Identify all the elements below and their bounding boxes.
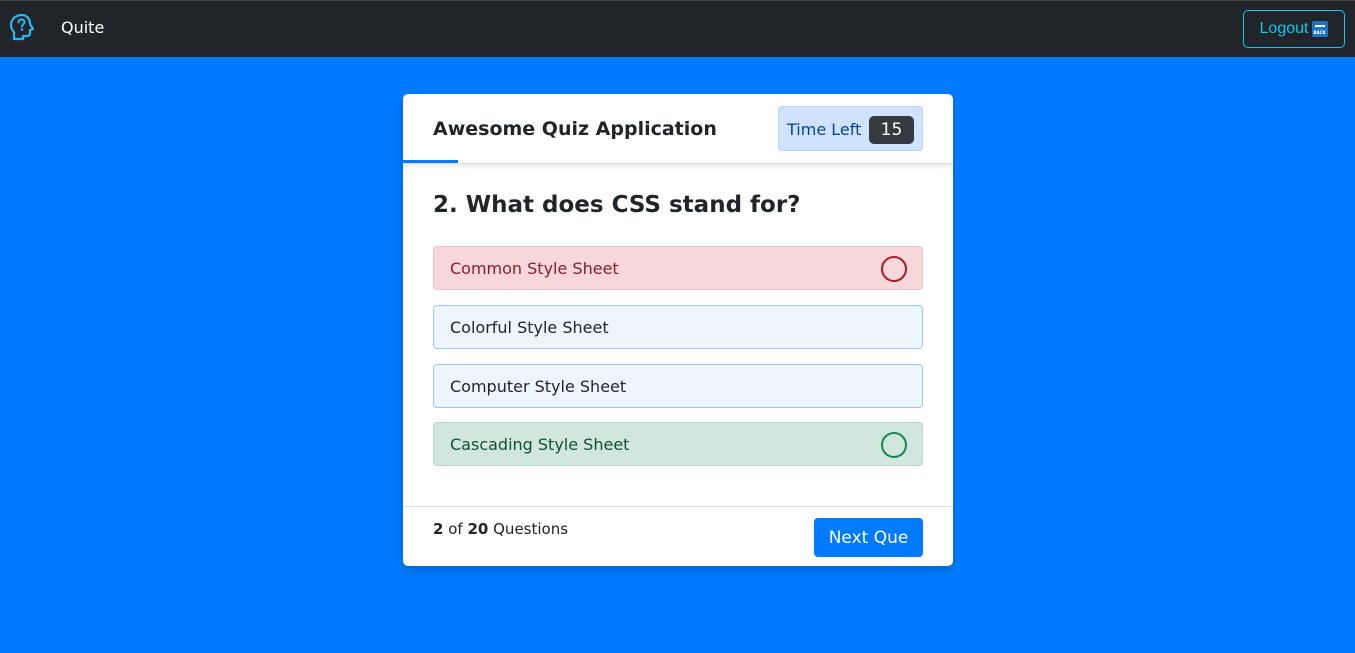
current-question-number: 2 [433,520,444,538]
brand-name[interactable]: Quite [61,18,104,37]
option-label: Cascading Style Sheet [450,434,630,454]
option-4[interactable]: Cascading Style Sheet [433,422,923,466]
timer-box: Time Left 15 [778,106,923,151]
option-2[interactable]: Colorful Style Sheet [433,305,923,349]
top-navbar: Quite Logout [0,0,1355,57]
option-label: Computer Style Sheet [450,376,627,396]
head-question-icon[interactable] [8,13,36,41]
logout-label: Logout [1259,20,1309,37]
quiz-footer: 2 of 20 Questions Next Que [403,506,953,566]
option-label: Common Style Sheet [450,258,619,278]
wrong-mark-icon [881,256,907,282]
timer-label: Time Left [787,120,862,139]
time-progress-line [403,160,458,163]
logout-button[interactable]: Logout [1243,10,1345,48]
quiz-card: Awesome Quiz Application Time Left 15 2.… [403,94,953,566]
correct-mark-icon [881,432,907,458]
back-arrow-icon [1312,21,1329,37]
quiz-header: Awesome Quiz Application Time Left 15 [403,94,953,164]
question-text: 2. What does CSS stand for? [433,192,801,218]
quiz-title: Awesome Quiz Application [433,118,717,140]
option-1[interactable]: Common Style Sheet [433,246,923,290]
option-label: Colorful Style Sheet [450,317,609,337]
option-3[interactable]: Computer Style Sheet [433,364,923,408]
next-question-button[interactable]: Next Que [814,518,923,557]
questions-label: Questions [493,520,569,538]
of-text: of [448,520,463,538]
question-counter: 2 of 20 Questions [433,520,568,538]
total-questions-number: 20 [467,520,489,538]
timer-value: 15 [869,116,914,144]
